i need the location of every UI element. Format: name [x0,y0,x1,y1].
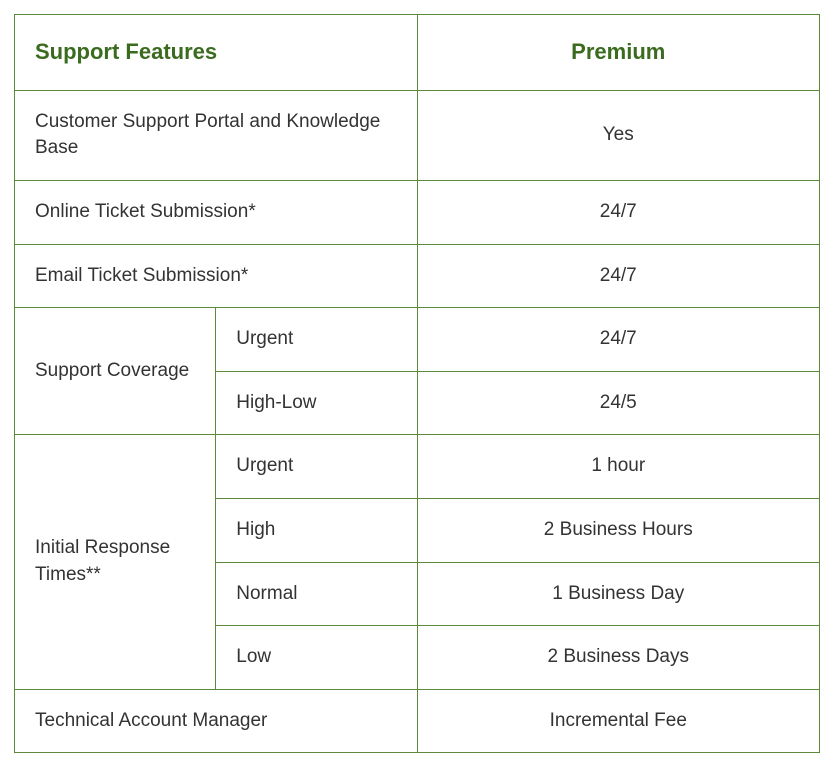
feature-response-high-label: High [216,498,417,562]
table-row: Initial Response Times** Urgent 1 hour [15,435,820,499]
feature-portal-label: Customer Support Portal and Knowledge Ba… [15,90,418,180]
feature-tam-label: Technical Account Manager [15,689,418,753]
table-row: Technical Account Manager Incremental Fe… [15,689,820,753]
feature-response-urgent-value: 1 hour [417,435,820,499]
feature-response-low-value: 2 Business Days [417,626,820,690]
table-row: Support Coverage Urgent 24/7 [15,308,820,372]
feature-email-ticket-value: 24/7 [417,244,820,308]
table-header-row: Support Features Premium [15,15,820,91]
feature-support-coverage-urgent-value: 24/7 [417,308,820,372]
feature-support-coverage-label: Support Coverage [15,308,216,435]
feature-response-times-label: Initial Response Times** [15,435,216,689]
table-row: Online Ticket Submission* 24/7 [15,180,820,244]
feature-response-urgent-label: Urgent [216,435,417,499]
feature-email-ticket-label: Email Ticket Submission* [15,244,418,308]
feature-response-low-label: Low [216,626,417,690]
header-premium: Premium [417,15,820,91]
feature-response-normal-value: 1 Business Day [417,562,820,626]
feature-portal-value: Yes [417,90,820,180]
header-support-features: Support Features [15,15,418,91]
feature-support-coverage-highlow-value: 24/5 [417,371,820,435]
feature-response-normal-label: Normal [216,562,417,626]
table-row: Email Ticket Submission* 24/7 [15,244,820,308]
feature-online-ticket-label: Online Ticket Submission* [15,180,418,244]
feature-support-coverage-urgent-label: Urgent [216,308,417,372]
feature-tam-value: Incremental Fee [417,689,820,753]
feature-online-ticket-value: 24/7 [417,180,820,244]
support-features-table: Support Features Premium Customer Suppor… [14,14,820,753]
feature-support-coverage-highlow-label: High-Low [216,371,417,435]
feature-response-high-value: 2 Business Hours [417,498,820,562]
table-row: Customer Support Portal and Knowledge Ba… [15,90,820,180]
